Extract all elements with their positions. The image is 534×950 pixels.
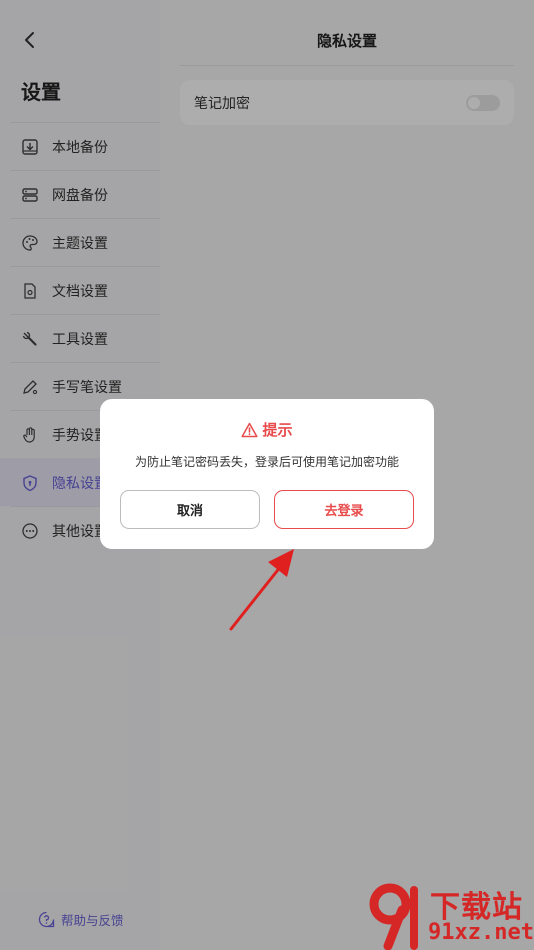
watermark-line2: 91xz.net <box>428 920 534 945</box>
annotation-arrow <box>229 549 294 631</box>
site-watermark: 下载站 91xz.net <box>368 880 534 950</box>
watermark-logo-icon <box>369 883 418 950</box>
app: 设置 本地备份 网盘备份 主题设置 文档设置 工具设置 手写笔设置 手势设置 隐… <box>0 0 534 950</box>
